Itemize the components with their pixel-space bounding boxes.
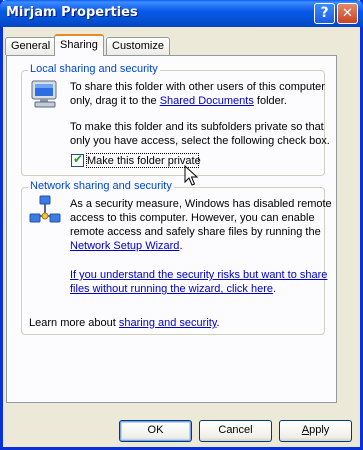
- learn-more-text: Learn more about sharing and security.: [29, 316, 220, 330]
- shared-documents-link[interactable]: Shared Documents: [160, 95, 254, 107]
- click-here-link[interactable]: files without running the wizard, click …: [70, 283, 273, 295]
- apply-mnemonic: A: [301, 424, 310, 436]
- network-para-line1: As a security measure, Windows has disab…: [70, 198, 332, 210]
- sharing-panel: Local sharing and security To share this…: [6, 55, 337, 403]
- learn-more-suffix: .: [216, 317, 220, 329]
- risk-suffix: .: [272, 283, 277, 295]
- title-bar[interactable]: Mirjam Properties ? ✕: [0, 0, 363, 27]
- apply-label-rest: pply: [309, 424, 330, 436]
- tab-sharing[interactable]: Sharing: [54, 34, 104, 56]
- local-para1-line2: only, drag it to the Shared Documents fo…: [70, 94, 287, 108]
- computer-icon: [29, 78, 61, 113]
- tab-general[interactable]: General: [5, 37, 57, 55]
- apply-button[interactable]: Apply: [279, 420, 352, 442]
- ok-button[interactable]: OK: [119, 420, 192, 442]
- network-para-line2: access to this computer. However, you ca…: [70, 212, 315, 224]
- risk-link-line2: files without running the wizard, click …: [70, 282, 276, 296]
- window-title: Mirjam Properties: [6, 5, 138, 20]
- network-para-line3: remote access and safely share files by …: [70, 226, 321, 238]
- cancel-button[interactable]: Cancel: [199, 420, 272, 442]
- local-para2-line1: To make this folder and its subfolders p…: [70, 121, 324, 133]
- wizard-suffix: .: [179, 240, 183, 252]
- local-para1-suffix: folder.: [253, 95, 287, 107]
- local-sharing-title: Local sharing and security: [28, 63, 160, 75]
- tab-customize[interactable]: Customize: [106, 37, 170, 55]
- network-para-line4: Network Setup Wizard.: [70, 239, 183, 253]
- local-para1-line1: To share this folder with other users of…: [70, 81, 325, 93]
- local-para2-line2: only you have access, select the followi…: [70, 135, 330, 147]
- sharing-and-security-link[interactable]: sharing and security: [119, 317, 217, 329]
- mouse-pointer-icon: [184, 164, 199, 190]
- local-para1-prefix: only, drag it to the: [70, 95, 160, 107]
- private-checkbox[interactable]: ✔: [71, 152, 84, 167]
- network-sharing-title: Network sharing and security: [28, 180, 174, 192]
- network-icon: [29, 194, 61, 229]
- help-button[interactable]: ?: [314, 3, 335, 24]
- risk-link-line1[interactable]: If you understand the security risks but…: [70, 268, 327, 282]
- checkmark-icon: ✔: [73, 152, 84, 166]
- learn-more-prefix: Learn more about: [29, 317, 119, 329]
- network-setup-wizard-link[interactable]: Network Setup Wizard: [70, 240, 179, 252]
- close-button[interactable]: ✕: [337, 3, 358, 24]
